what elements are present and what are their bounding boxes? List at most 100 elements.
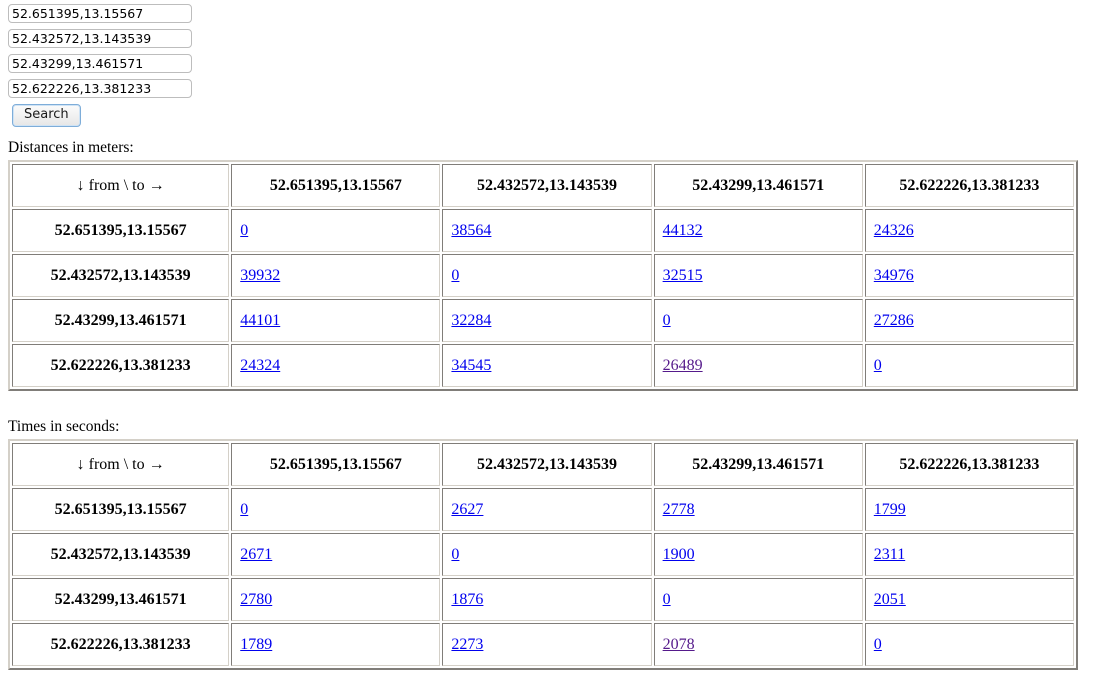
times-section-label: Times in seconds:: [8, 418, 120, 435]
matrix-cell: 32284: [442, 299, 652, 342]
route-link[interactable]: 26489: [663, 357, 703, 374]
route-link[interactable]: 38564: [451, 222, 491, 239]
matrix-cell: 2311: [864, 533, 1074, 576]
route-link[interactable]: 2311: [874, 546, 905, 563]
route-link[interactable]: 0: [240, 222, 248, 239]
column-header-1: 52.651395,13.15567: [231, 443, 441, 486]
route-link[interactable]: 32515: [663, 267, 703, 284]
matrix-cell: 0: [442, 533, 652, 576]
table-row: 52.43299,13.461571 2780 1876 0 2051: [12, 578, 1074, 621]
matrix-cell: 1789: [231, 623, 441, 666]
row-header-2: 52.432572,13.143539: [12, 254, 230, 297]
table-row: 52.651395,13.15567 0 38564 44132 24326: [12, 209, 1074, 252]
matrix-cell: 38564: [442, 209, 652, 252]
coordinate-input-4[interactable]: [8, 79, 192, 98]
route-link[interactable]: 0: [663, 591, 671, 608]
row-header-4: 52.622226,13.381233: [12, 344, 230, 387]
route-link[interactable]: 0: [240, 501, 248, 518]
table-row: 52.651395,13.15567 0 2627 2778 1799: [12, 488, 1074, 531]
distances-table-head: ↓ from \ to → 52.651395,13.15567 52.432572…: [12, 164, 1074, 207]
route-link[interactable]: 2078: [663, 636, 695, 653]
row-header-2: 52.432572,13.143539: [12, 533, 230, 576]
column-header-2: 52.432572,13.143539: [442, 443, 652, 486]
matrix-cell: 32515: [653, 254, 863, 297]
search-button[interactable]: Search: [12, 104, 81, 127]
coordinate-input-1[interactable]: [8, 4, 192, 23]
route-link[interactable]: 2051: [874, 591, 906, 608]
matrix-cell: 1799: [864, 488, 1074, 531]
table-row: 52.622226,13.381233 1789 2273 2078 0: [12, 623, 1074, 666]
column-header-3: 52.43299,13.461571: [653, 164, 863, 207]
route-link[interactable]: 44132: [663, 222, 703, 239]
route-link[interactable]: 2778: [663, 501, 695, 518]
route-link[interactable]: 2273: [451, 636, 483, 653]
matrix-corner-label: ↓ from \ to →: [12, 443, 230, 486]
route-link[interactable]: 1876: [451, 591, 483, 608]
coordinate-input-3[interactable]: [8, 54, 192, 73]
route-link[interactable]: 1789: [240, 636, 272, 653]
route-link[interactable]: 1900: [663, 546, 695, 563]
matrix-cell: 2780: [231, 578, 441, 621]
matrix-cell: 2778: [653, 488, 863, 531]
route-link[interactable]: 44101: [240, 312, 280, 329]
table-row: 52.432572,13.143539 39932 0 32515 34976: [12, 254, 1074, 297]
table-row: 52.622226,13.381233 24324 34545 26489 0: [12, 344, 1074, 387]
route-link[interactable]: 2671: [240, 546, 272, 563]
route-link[interactable]: 1799: [874, 501, 906, 518]
matrix-corner-label: ↓ from \ to →: [12, 164, 230, 207]
coordinate-input-2[interactable]: [8, 29, 192, 48]
matrix-cell: 1900: [653, 533, 863, 576]
times-table-head: ↓ from \ to → 52.651395,13.15567 52.432572…: [12, 443, 1074, 486]
matrix-cell: 0: [864, 623, 1074, 666]
route-link[interactable]: 0: [874, 357, 882, 374]
route-link[interactable]: 34976: [874, 267, 914, 284]
route-link[interactable]: 0: [663, 312, 671, 329]
row-header-1: 52.651395,13.15567: [12, 488, 230, 531]
matrix-cell: 44132: [653, 209, 863, 252]
column-header-2: 52.432572,13.143539: [442, 164, 652, 207]
distances-table-body: 52.651395,13.15567 0 38564 44132 24326 52.432…: [12, 209, 1074, 387]
matrix-cell: 24324: [231, 344, 441, 387]
row-header-3: 52.43299,13.461571: [12, 299, 230, 342]
distances-matrix-table: ↓ from \ to → 52.651395,13.15567 52.432572…: [8, 160, 1078, 391]
matrix-cell: 0: [864, 344, 1074, 387]
route-link[interactable]: 2780: [240, 591, 272, 608]
matrix-cell: 34545: [442, 344, 652, 387]
page-root: Search Distances in meters: ↓ from \ to …: [0, 0, 1096, 670]
route-link[interactable]: 24324: [240, 357, 280, 374]
matrix-cell: 2051: [864, 578, 1074, 621]
times-matrix-table: ↓ from \ to → 52.651395,13.15567 52.432572…: [8, 439, 1078, 670]
route-link[interactable]: 27286: [874, 312, 914, 329]
matrix-cell: 39932: [231, 254, 441, 297]
matrix-cell: 0: [653, 299, 863, 342]
route-link[interactable]: 0: [451, 267, 459, 284]
route-link[interactable]: 39932: [240, 267, 280, 284]
distances-section-label: Distances in meters:: [8, 139, 134, 156]
route-link[interactable]: 32284: [451, 312, 491, 329]
route-link[interactable]: 0: [874, 636, 882, 653]
matrix-cell: 1876: [442, 578, 652, 621]
matrix-cell: 2078: [653, 623, 863, 666]
table-header-row: ↓ from \ to → 52.651395,13.15567 52.432572…: [12, 443, 1074, 486]
matrix-cell: 44101: [231, 299, 441, 342]
matrix-cell: 2273: [442, 623, 652, 666]
matrix-cell: 2671: [231, 533, 441, 576]
column-header-1: 52.651395,13.15567: [231, 164, 441, 207]
matrix-cell: 0: [442, 254, 652, 297]
coordinate-search-form: Search: [6, 4, 1090, 127]
route-link[interactable]: 2627: [451, 501, 483, 518]
route-link[interactable]: 0: [451, 546, 459, 563]
times-table-body: 52.651395,13.15567 0 2627 2778 1799 52.432572…: [12, 488, 1074, 666]
matrix-cell: 26489: [653, 344, 863, 387]
column-header-4: 52.622226,13.381233: [864, 164, 1074, 207]
column-header-4: 52.622226,13.381233: [864, 443, 1074, 486]
matrix-cell: 0: [653, 578, 863, 621]
row-header-3: 52.43299,13.461571: [12, 578, 230, 621]
route-link[interactable]: 24326: [874, 222, 914, 239]
matrix-cell: 0: [231, 488, 441, 531]
route-link[interactable]: 34545: [451, 357, 491, 374]
column-header-3: 52.43299,13.461571: [653, 443, 863, 486]
matrix-cell: 27286: [864, 299, 1074, 342]
table-row: 52.432572,13.143539 2671 0 1900 2311: [12, 533, 1074, 576]
matrix-cell: 0: [231, 209, 441, 252]
